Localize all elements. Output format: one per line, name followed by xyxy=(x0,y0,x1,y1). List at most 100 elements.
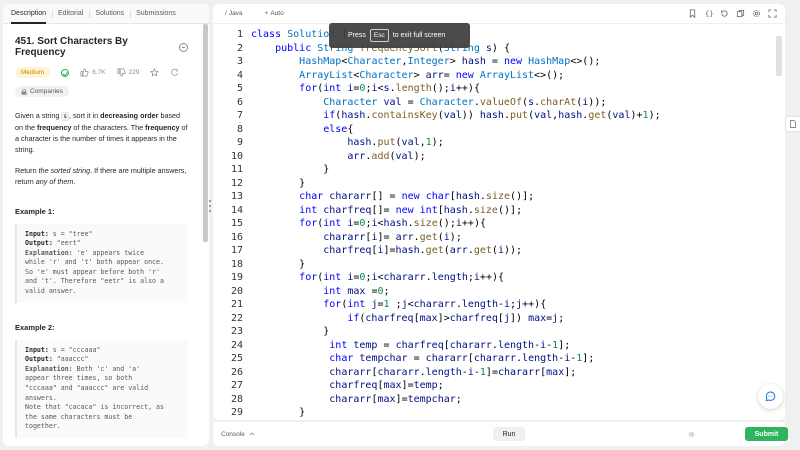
companies-tag[interactable]: Companies xyxy=(15,86,69,97)
code-text[interactable]: ArrayList<Character> arr= new ArrayList<… xyxy=(251,69,564,83)
code-editor[interactable]: 1class Solution {2 public String frequen… xyxy=(213,28,771,420)
code-line[interactable]: 6 Character val = Character.valueOf(s.ch… xyxy=(213,96,771,110)
code-line[interactable]: 11 } xyxy=(213,163,771,177)
code-text[interactable]: if(hash.containsKey(val)) hash.put(val,h… xyxy=(251,109,660,123)
code-text[interactable]: hash.put(val,1); xyxy=(251,136,443,150)
code-line[interactable]: 15 for(int i=0;i<hash.size();i++){ xyxy=(213,217,771,231)
code-text[interactable]: arr.add(val); xyxy=(251,150,425,164)
reset-icon[interactable] xyxy=(720,9,729,18)
code-line[interactable]: 9 hash.put(val,1); xyxy=(213,136,771,150)
code-line[interactable]: 14 int charfreq[]= new int[hash.size()]; xyxy=(213,204,771,218)
code-line[interactable]: 21 for(int j=1 ;j<chararr.length-i;j++){ xyxy=(213,298,771,312)
description-scrollbar[interactable] xyxy=(203,24,208,242)
esc-key: Esc xyxy=(369,29,389,42)
code-text[interactable]: char chararr[] = new char[hash.size()]; xyxy=(251,190,534,204)
code-line[interactable]: 10 arr.add(val); xyxy=(213,150,771,164)
code-text[interactable]: chararr[max]=tempchar; xyxy=(251,393,462,407)
thumbs-up-icon xyxy=(80,68,89,77)
line-number: 23 xyxy=(230,326,243,337)
code-text[interactable]: if(charfreq[max]>charfreq[j]) max=j; xyxy=(251,312,564,326)
bookmark-icon[interactable] xyxy=(688,9,697,18)
code-text[interactable]: } xyxy=(251,163,329,177)
code-line[interactable]: 4 ArrayList<Character> arr= new ArrayLis… xyxy=(213,69,771,83)
code-text[interactable]: for(int i=0;i<s.length();i++){ xyxy=(251,82,480,96)
code-text[interactable]: for(int j=1 ;j<chararr.length-i;j++){ xyxy=(251,298,546,312)
line-number: 18 xyxy=(230,258,243,270)
share-icon[interactable] xyxy=(170,68,179,77)
code-text[interactable]: char tempchar = chararr[chararr.length-i… xyxy=(251,352,594,366)
code-line[interactable]: 16 chararr[i]= arr.get(i); xyxy=(213,231,771,245)
tab-solutions[interactable]: Solutions xyxy=(89,4,130,24)
code-line[interactable]: 8 else{ xyxy=(213,123,771,137)
code-text[interactable]: } xyxy=(251,325,329,339)
code-line[interactable]: 19 for(int i=0;i<chararr.length;i++){ xyxy=(213,271,771,285)
tab-editorial[interactable]: Editorial xyxy=(52,4,89,24)
code-editor-panel: / Java + Auto {} 1class Solution {2 publ… xyxy=(213,4,785,420)
like-button[interactable]: 6.7K xyxy=(80,68,106,77)
dislike-button[interactable]: 229 xyxy=(117,68,140,77)
code-line[interactable]: 13 char chararr[] = new char[hash.size()… xyxy=(213,190,771,204)
code-line[interactable]: 3 HashMap<Character,Integer> hash = new … xyxy=(213,55,771,69)
code-text[interactable]: for(int i=0;i<chararr.length;i++){ xyxy=(251,271,504,285)
feedback-chat-button[interactable] xyxy=(758,384,783,409)
fullscreen-icon[interactable] xyxy=(768,9,777,18)
code-line[interactable]: 22 if(charfreq[max]>charfreq[j]) max=j; xyxy=(213,312,771,326)
code-text[interactable]: chararr[chararr.length-i-1]=chararr[max]… xyxy=(251,366,576,380)
tab-submissions[interactable]: Submissions xyxy=(130,4,182,24)
code-line[interactable]: 28 chararr[max]=tempchar; xyxy=(213,393,771,407)
tab-description[interactable]: Description xyxy=(5,4,52,24)
code-text[interactable]: int charfreq[]= new int[hash.size()]; xyxy=(251,204,522,218)
example-2-box: Input: s = "cccaaa" Output: "aaaccc" Exp… xyxy=(15,339,188,438)
language-selector[interactable]: / Java xyxy=(225,10,243,17)
line-number: 11 xyxy=(230,164,243,175)
editor-scrollbar[interactable] xyxy=(774,30,783,420)
code-line[interactable]: 7 if(hash.containsKey(val)) hash.put(val… xyxy=(213,109,771,123)
code-line[interactable]: 12 } xyxy=(213,177,771,191)
line-number: 4 xyxy=(236,69,243,81)
copy-icon[interactable] xyxy=(736,9,745,18)
code-line[interactable]: 27 charfreq[max]=temp; xyxy=(213,379,771,393)
side-notes-tab[interactable] xyxy=(786,117,800,131)
run-button[interactable]: Run xyxy=(493,427,525,441)
code-text[interactable]: int temp = charfreq[chararr.length-i-1]; xyxy=(251,339,570,353)
code-text[interactable]: } xyxy=(251,406,305,420)
problem-statement: Given a string s, sort it in decreasing … xyxy=(15,110,188,154)
code-text[interactable]: } xyxy=(251,258,305,272)
code-line[interactable]: 1class Solution { xyxy=(213,28,771,42)
line-number: 1 xyxy=(236,29,243,40)
star-icon[interactable] xyxy=(150,68,160,77)
code-line[interactable]: 2 public String frequencySort(String s) … xyxy=(213,42,771,56)
settings-gear-icon[interactable] xyxy=(752,9,761,18)
line-number: 20 xyxy=(230,285,243,297)
more-options-icon[interactable] xyxy=(179,42,188,52)
code-text[interactable]: } xyxy=(251,177,305,191)
braces-icon[interactable]: {} xyxy=(704,9,714,18)
code-line[interactable]: 5 for(int i=0;i<s.length();i++){ xyxy=(213,82,771,96)
code-line[interactable]: 18 } xyxy=(213,258,771,272)
code-line[interactable]: 25 char tempchar = chararr[chararr.lengt… xyxy=(213,352,771,366)
auto-save-indicator[interactable]: + Auto xyxy=(265,10,284,17)
problem-title[interactable]: 451. Sort Characters By Frequency xyxy=(15,36,179,58)
console-toggle[interactable]: Console xyxy=(221,431,255,438)
code-line[interactable]: 23 } xyxy=(213,325,771,339)
code-text[interactable]: charfreq[i]=hash.get(arr.get(i)); xyxy=(251,244,522,258)
dislike-count: 229 xyxy=(128,69,140,76)
code-text[interactable]: Character val = Character.valueOf(s.char… xyxy=(251,96,606,110)
code-line[interactable]: 26 chararr[chararr.length-i-1]=chararr[m… xyxy=(213,366,771,380)
console-settings-icon[interactable] xyxy=(688,431,695,438)
example-1-box: Input: s = "tree" Output: "eert" Explana… xyxy=(15,223,188,303)
code-text[interactable]: HashMap<Character,Integer> hash = new Ha… xyxy=(251,55,600,69)
code-text[interactable]: for(int i=0;i<hash.size();i++){ xyxy=(251,217,486,231)
code-text[interactable]: chararr[i]= arr.get(i); xyxy=(251,231,462,245)
code-text[interactable]: int max =0; xyxy=(251,285,389,299)
code-line[interactable]: 20 int max =0; xyxy=(213,285,771,299)
code-text[interactable]: else{ xyxy=(251,123,353,137)
problem-return-statement: Return the sorted string. If there are m… xyxy=(15,165,187,186)
line-number: 14 xyxy=(230,204,243,216)
code-text[interactable]: charfreq[max]=temp; xyxy=(251,379,443,393)
code-line[interactable]: 29 } xyxy=(213,406,771,420)
code-line[interactable]: 24 int temp = charfreq[chararr.length-i-… xyxy=(213,339,771,353)
panel-resize-handle[interactable] xyxy=(209,200,211,214)
submit-button[interactable]: Submit xyxy=(745,427,788,441)
code-line[interactable]: 17 charfreq[i]=hash.get(arr.get(i)); xyxy=(213,244,771,258)
